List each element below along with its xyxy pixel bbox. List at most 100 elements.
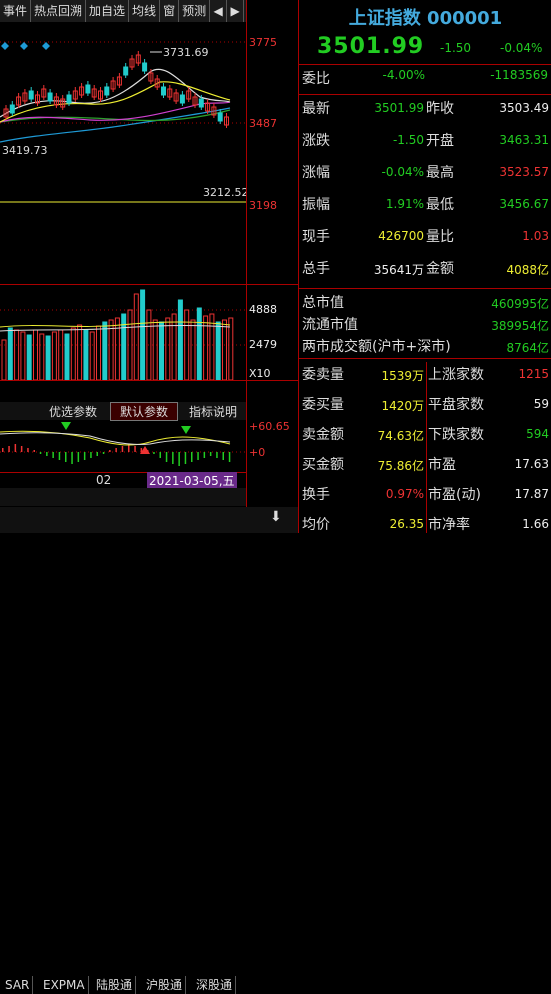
macd-bar xyxy=(33,450,35,452)
macd-bar xyxy=(96,452,98,456)
breadth-value: 26.35 xyxy=(389,517,424,531)
volume-bar xyxy=(33,329,38,380)
tab-sar[interactable]: SAR xyxy=(2,976,34,994)
volume-bar xyxy=(51,331,57,380)
tab-indicator-help[interactable]: 指标说明 xyxy=(180,403,246,420)
weibi-diff: -1183569 xyxy=(490,68,548,82)
panel-divider xyxy=(298,0,299,533)
market-label: 两市成交额(沪市+深市) xyxy=(302,339,451,355)
quote-value: 3456.67 xyxy=(499,197,549,211)
macd-tick: +0 xyxy=(249,446,266,459)
breadth-value: 17.87 xyxy=(514,487,549,501)
volume-bar xyxy=(222,319,227,380)
market-value: 8764亿 xyxy=(506,341,549,355)
volume-bar xyxy=(96,325,101,380)
quote-value: 3503.49 xyxy=(499,101,549,115)
tab-expma[interactable]: EXPMA xyxy=(40,976,89,994)
weibi-row: 委比 -4.00% -1183569 xyxy=(300,68,551,92)
macd-bar xyxy=(184,452,187,464)
chart-toolbar: 事件 热点回溯 加自选 均线 窗 预测 ◀ ▶ xyxy=(0,0,247,22)
macd-bar xyxy=(228,452,231,462)
breadth-label: 委买量 xyxy=(302,397,344,413)
tab-sh-connect[interactable]: 沪股通 xyxy=(143,976,187,994)
quote-label: 金额 xyxy=(426,261,454,277)
bottom-bar: ⬇ xyxy=(0,507,298,533)
quote-value: 426700 xyxy=(378,229,424,243)
market-row: 两市成交额(沪市+深市) 8764亿 xyxy=(300,336,551,360)
quote-value: -0.04% xyxy=(381,165,424,179)
market-row: 总市值 460995亿 xyxy=(300,292,551,316)
quote-row: 最新 3501.99 昨收 3503.49 xyxy=(300,98,551,122)
add-watchlist-button[interactable]: 加自选 xyxy=(86,0,130,22)
weibi-pct: -4.00% xyxy=(382,68,425,82)
tab-window[interactable]: 窗 xyxy=(160,0,180,22)
price-tick: 3198 xyxy=(249,199,277,212)
index-title: 上证指数 000001 xyxy=(348,8,503,29)
macd-bar xyxy=(39,452,42,454)
volume-bar xyxy=(159,321,164,380)
macd-bar xyxy=(14,444,17,452)
macd-bar xyxy=(52,452,54,458)
volume-scale: X10 xyxy=(249,367,271,380)
volume-bar xyxy=(14,329,20,380)
sell-arrow-icon xyxy=(61,420,71,430)
macd-bar xyxy=(222,452,224,460)
breadth-value: 74.63亿 xyxy=(377,429,424,443)
quote-value: 3501.99 xyxy=(374,101,424,115)
volume-bar xyxy=(1,339,7,380)
macd-bar xyxy=(203,452,206,458)
macd-bar xyxy=(209,452,212,456)
price-axis: 3775 3487 3198 xyxy=(247,22,297,284)
quote-row: 振幅 1.91% 最低 3456.67 xyxy=(300,194,551,218)
volume-bar-group xyxy=(1,289,234,380)
quote-row: 涨跌 -1.50 开盘 3463.31 xyxy=(300,130,551,154)
quote-value: 4088亿 xyxy=(506,263,549,277)
volume-chart[interactable] xyxy=(0,285,246,380)
breadth-label: 平盘家数 xyxy=(428,397,484,413)
quote-label: 最低 xyxy=(426,197,454,213)
tab-optimal-params[interactable]: 优选参数 xyxy=(40,403,106,420)
price-change-pct: -0.04% xyxy=(500,41,543,55)
macd-chart[interactable] xyxy=(0,420,246,472)
tab-forecast[interactable]: 预测 xyxy=(179,0,211,22)
tab-default-params[interactable]: 默认参数 xyxy=(110,402,178,421)
tab-hotspot-review[interactable]: 热点回溯 xyxy=(31,0,87,22)
breadth-label: 市盈 xyxy=(428,457,456,473)
volume-bar xyxy=(89,331,95,380)
indicator-bottom-tabs: SAR EXPMA 陆股通 沪股通 深股通 xyxy=(0,488,246,994)
price-tick: 3487 xyxy=(249,117,277,130)
breadth-label: 市盈(动) xyxy=(428,487,481,503)
volume-bar xyxy=(7,327,13,380)
quote-label: 开盘 xyxy=(426,133,454,149)
quote-value: 35641万 xyxy=(373,263,424,277)
tab-sz-connect[interactable]: 深股通 xyxy=(193,976,237,994)
breadth-label: 换手 xyxy=(302,487,330,503)
low-annotation: 3212.52 xyxy=(203,186,246,199)
tab-hk-connect[interactable]: 陆股通 xyxy=(93,976,137,994)
macd-bar xyxy=(102,452,105,454)
price-tick: 3775 xyxy=(249,36,277,49)
prev-arrow-icon[interactable]: ◀ xyxy=(210,0,228,22)
breadth-value: 0.97% xyxy=(385,487,424,501)
price-change: -1.50 xyxy=(440,41,472,55)
tab-events[interactable]: 事件 xyxy=(0,0,32,22)
tab-moving-average[interactable]: 均线 xyxy=(129,0,161,22)
candlestick-chart[interactable]: 3731.69 3419.73 3212.52 xyxy=(0,22,246,284)
macd-bar xyxy=(216,452,218,458)
macd-bar xyxy=(178,452,180,466)
next-arrow-icon[interactable]: ▶ xyxy=(227,0,245,22)
weibi-label: 委比 xyxy=(302,71,330,87)
volume-bar xyxy=(114,317,120,380)
breadth-value: 59 xyxy=(533,397,549,411)
quote-value: 1.91% xyxy=(385,197,424,211)
macd-bar xyxy=(172,452,174,464)
volume-bar xyxy=(196,307,202,380)
macd-bar xyxy=(46,452,48,456)
volume-bar xyxy=(45,335,51,380)
quote-row: 涨幅 -0.04% 最高 3523.57 xyxy=(300,162,551,186)
volume-bar xyxy=(209,313,215,380)
breadth-label: 下跌家数 xyxy=(428,427,484,443)
download-icon[interactable]: ⬇ xyxy=(270,509,282,525)
volume-panel-border xyxy=(0,380,298,381)
quote-label: 总手 xyxy=(302,261,330,277)
